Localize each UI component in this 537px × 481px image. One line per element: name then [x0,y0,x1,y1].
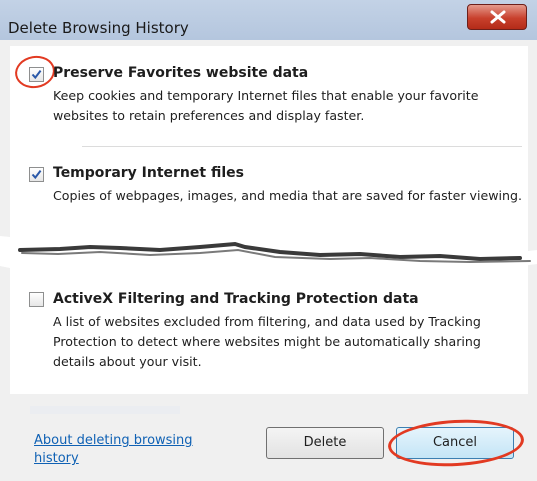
close-button[interactable] [467,4,527,30]
delete-button[interactable]: Delete [266,427,384,459]
checkbox-activex-tracking[interactable] [29,292,44,307]
options-panel: Preserve Favorites website data Keep coo… [10,46,528,394]
option-title: Temporary Internet files [53,165,244,181]
window-title: Delete Browsing History [8,19,189,37]
option-title: ActiveX Filtering and Tracking Protectio… [53,291,419,307]
close-x-icon [490,10,506,24]
annotation-circle [12,52,58,92]
title-bar[interactable]: Delete Browsing History [0,0,537,40]
option-description: Keep cookies and temporary Internet file… [53,88,479,123]
section-divider [82,146,522,147]
checkbox-temporary-files[interactable] [29,167,44,182]
faint-background-text [30,406,180,414]
option-description: A list of websites excluded from filteri… [53,314,481,369]
option-title: Preserve Favorites website data [53,65,309,81]
option-preserve-favorites[interactable]: Preserve Favorites website data Keep coo… [10,46,528,146]
checkmark-icon [31,169,42,180]
option-description: Copies of webpages, images, and media th… [53,188,523,203]
annotation-circle [386,416,526,470]
option-activex-tracking[interactable]: ActiveX Filtering and Tracking Protectio… [10,284,528,394]
about-deleting-link[interactable]: About deleting browsing history [34,432,234,468]
torn-edge [0,236,537,274]
delete-browsing-history-dialog: Delete Browsing History Preserve Favorit… [0,0,537,481]
option-temporary-files[interactable]: Temporary Internet files Copies of webpa… [10,156,528,236]
